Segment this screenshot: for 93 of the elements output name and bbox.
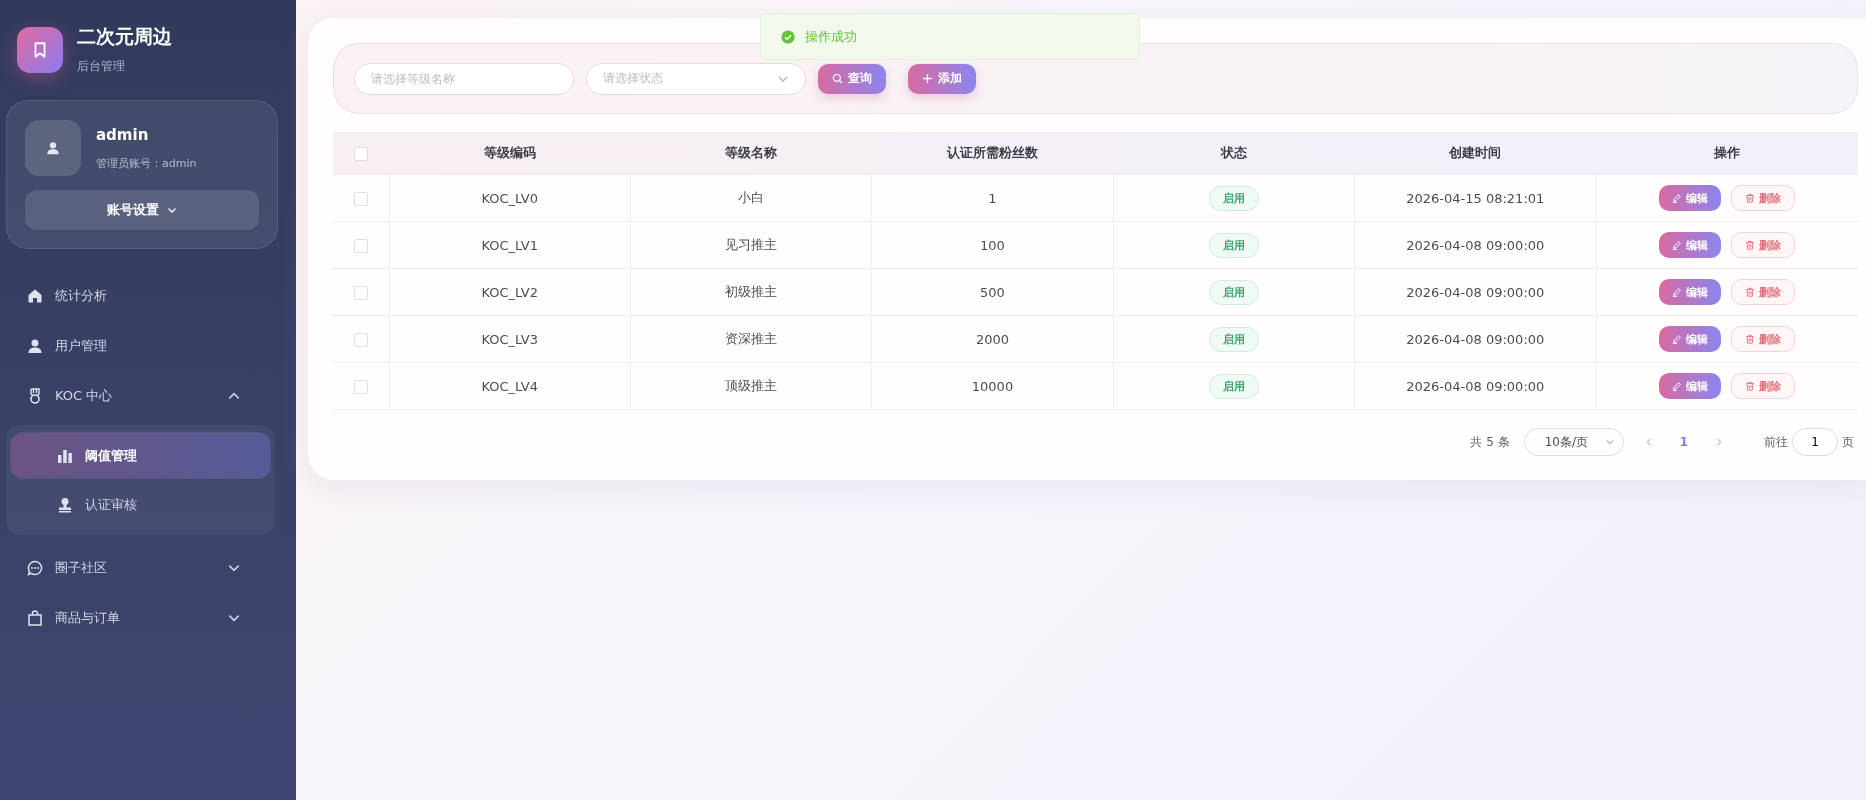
trash-icon [1745,381,1756,391]
trash-icon [1745,240,1756,250]
chevron-down-icon [1604,437,1615,447]
trash-icon [1745,334,1756,344]
row-checkbox[interactable] [353,332,368,347]
pencil-icon [1672,240,1683,250]
menu-item[interactable]: 商品与订单 [0,593,296,643]
table-cell: 见习推主 [630,221,872,269]
next-page-icon[interactable] [1714,437,1724,447]
status-badge: 启用 [1208,326,1259,352]
success-toast: 操作成功 [760,13,1140,60]
pencil-icon [1672,193,1683,203]
submenu-item[interactable]: 阈值管理 [11,433,270,478]
check-circle-icon [781,29,795,44]
column-header: 创建时间 [1354,132,1596,175]
menu-item[interactable]: KOC 中心 [0,371,296,421]
delete-button[interactable]: 删除 [1731,232,1796,258]
bar-chart-icon [57,447,73,464]
status-badge: 启用 [1208,373,1259,399]
table-cell: 小白 [630,174,872,222]
pencil-icon [1672,334,1683,344]
table-cell: 2026-04-08 09:00:00 [1354,362,1596,410]
level-name-field[interactable]: 请选择等级名称 [354,62,574,95]
user-name: admin [96,125,150,144]
medal-icon [27,388,43,404]
total-count: 共 5 条 [1470,433,1510,451]
edit-button[interactable]: 编辑 [1659,373,1722,399]
status-badge: 启用 [1208,185,1259,211]
table-cell: 资深推主 [630,315,872,363]
column-header: 等级名称 [630,132,872,175]
chevron-down-icon [167,205,177,215]
table-cell: KOC_LV3 [389,315,631,363]
trash-icon [1745,193,1756,203]
page-suffix: 页 [1842,433,1854,451]
column-header: 状态 [1113,132,1355,175]
column-header: 等级编码 [389,132,631,175]
page-input[interactable]: 1 [1792,428,1838,456]
chat-icon [27,560,43,576]
table-cell: 2026-04-08 09:00:00 [1354,221,1596,269]
row-checkbox[interactable] [353,191,368,206]
pencil-icon [1672,381,1683,391]
select-all-checkbox[interactable] [354,146,368,161]
search-icon [832,73,843,84]
table-cell: 2026-04-15 08:21:01 [1354,174,1596,222]
delete-button[interactable]: 删除 [1731,185,1796,211]
page-number[interactable]: 1 [1673,435,1694,449]
table-cell: KOC_LV2 [389,268,631,316]
submenu-item[interactable]: 认证审核 [11,482,270,527]
row-checkbox[interactable] [353,285,368,300]
stamp-icon [57,496,73,513]
table-cell: 2026-04-08 09:00:00 [1354,315,1596,363]
account-label: 管理员账号：admin [96,155,197,171]
menu-item[interactable]: 统计分析 [0,271,296,321]
edit-button[interactable]: 编辑 [1659,279,1722,305]
delete-button[interactable]: 删除 [1731,326,1796,352]
table-cell: KOC_LV4 [389,362,631,410]
edit-button[interactable]: 编辑 [1659,185,1722,211]
menu-item[interactable]: 用户管理 [0,321,296,371]
delete-button[interactable]: 删除 [1731,373,1796,399]
user-icon [27,338,43,354]
app-subtitle: 后台管理 [77,58,126,75]
shopping-bag-icon [27,610,43,626]
table-cell: KOC_LV1 [389,221,631,269]
table-cell: 10000 [871,362,1114,410]
account-settings-button[interactable]: 账号设置 [25,190,259,230]
table-cell: 100 [871,221,1114,269]
menu-item[interactable]: 圈子社区 [0,543,296,593]
status-badge: 启用 [1208,279,1259,305]
user-icon [46,141,60,155]
table-cell: 初级推主 [630,268,872,316]
row-checkbox[interactable] [353,379,368,394]
edit-button[interactable]: 编辑 [1659,232,1722,258]
trash-icon [1745,287,1756,297]
status-select[interactable]: 请选择状态 [586,62,806,95]
table-cell: 1 [871,174,1114,222]
table-cell: 500 [871,268,1114,316]
status-badge: 启用 [1208,232,1259,258]
table-cell: 顶级推主 [630,362,872,410]
column-header: 操作 [1596,132,1858,175]
edit-button[interactable]: 编辑 [1659,326,1722,352]
goto-label: 前往 [1764,433,1788,451]
table-cell: 2000 [871,315,1114,363]
pencil-icon [1672,287,1683,297]
column-header: 认证所需粉丝数 [871,132,1114,175]
table-cell: KOC_LV0 [389,174,631,222]
delete-button[interactable]: 删除 [1731,279,1796,305]
app-title: 二次元周边 [77,24,172,49]
search-button[interactable]: 查询 [818,63,886,94]
add-button[interactable]: 添加 [908,63,976,94]
plus-icon [922,73,933,84]
row-checkbox[interactable] [353,238,368,253]
home-icon [27,288,43,304]
table-cell: 2026-04-08 09:00:00 [1354,268,1596,316]
